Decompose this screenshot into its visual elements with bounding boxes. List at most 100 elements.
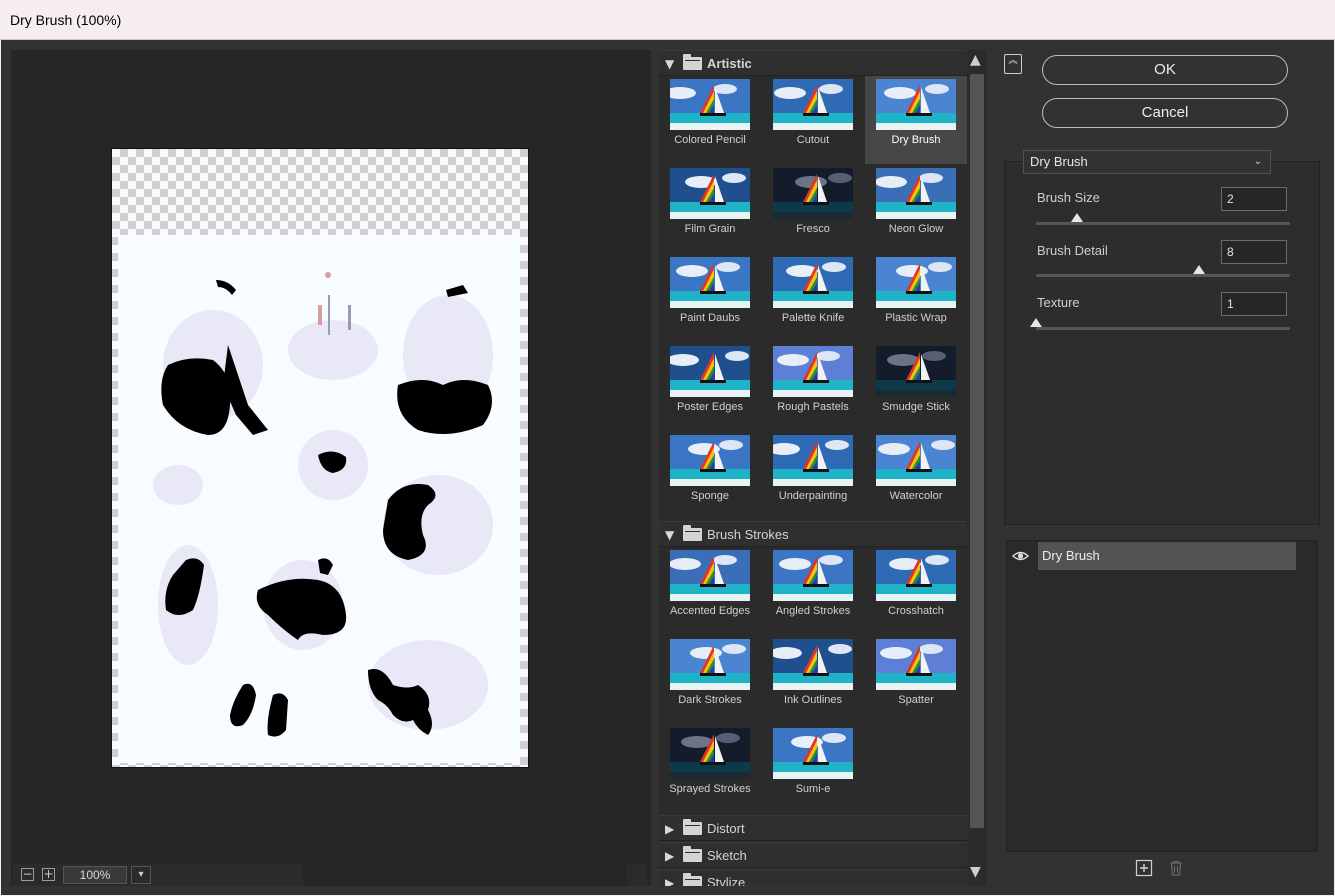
zoom-level[interactable]: 100%: [63, 866, 127, 884]
gallery-scrollbar[interactable]: ▲ ▼: [967, 50, 987, 886]
filter-thumb-angled-strokes[interactable]: Angled Strokes: [762, 547, 864, 635]
texture-slider[interactable]: [1036, 327, 1290, 330]
ok-button[interactable]: OK: [1042, 55, 1288, 85]
brush-detail-input[interactable]: 8: [1221, 240, 1287, 264]
filter-thumb-film-grain[interactable]: Film Grain: [659, 165, 761, 253]
category-distort[interactable]: ▶ Distort: [659, 815, 967, 841]
category-artistic[interactable]: ▼ Artistic: [659, 50, 967, 76]
preview-document: [111, 148, 529, 768]
filter-preview-image: [670, 257, 750, 308]
filter-preview-image: [773, 639, 853, 690]
cancel-button[interactable]: Cancel: [1042, 98, 1288, 128]
filter-thumb-smudge-stick[interactable]: Smudge Stick: [865, 343, 967, 431]
filter-thumb-underpainting[interactable]: Underpainting: [762, 432, 864, 520]
collapse-arrow-icon[interactable]: ▶: [665, 849, 674, 863]
filter-thumb-cutout[interactable]: Cutout: [762, 76, 864, 164]
expand-arrow-icon[interactable]: ▼: [665, 57, 674, 71]
zoom-out-button[interactable]: −: [21, 868, 34, 881]
category-label: Distort: [707, 821, 745, 836]
texture-slider-thumb[interactable]: [1030, 318, 1042, 327]
filter-preview-image: [670, 550, 750, 601]
zoom-bar: − + 100% ▾: [13, 864, 303, 886]
scroll-thumb[interactable]: [970, 74, 984, 828]
filter-label: Colored Pencil: [674, 134, 746, 146]
filter-label: Rough Pastels: [777, 401, 849, 413]
delete-effect-layer-icon[interactable]: [1167, 859, 1185, 877]
filter-label: Smudge Stick: [882, 401, 950, 413]
effect-layer-row[interactable]: Dry Brush: [1038, 542, 1296, 570]
category-label: Artistic: [707, 56, 752, 71]
filter-preview-image: [876, 79, 956, 130]
filter-thumb-sumi-e[interactable]: Sumi-e: [762, 725, 864, 813]
filter-thumb-watercolor[interactable]: Watercolor: [865, 432, 967, 520]
filter-thumb-fresco[interactable]: Fresco: [762, 165, 864, 253]
chevron-down-icon: ⌄: [1253, 156, 1262, 167]
filter-label: Accented Edges: [669, 605, 751, 617]
filter-thumb-sponge[interactable]: Sponge: [659, 432, 761, 520]
category-label: Stylize: [707, 875, 746, 886]
new-effect-layer-icon[interactable]: [1135, 859, 1153, 877]
filter-thumb-dark-strokes[interactable]: Dark Strokes: [659, 636, 761, 724]
filter-preview-image: [670, 639, 750, 690]
filter-preview-image: [876, 346, 956, 397]
filter-select[interactable]: Dry Brush ⌄: [1023, 150, 1271, 174]
filter-thumb-paint-daubs[interactable]: Paint Daubs: [659, 254, 761, 342]
filter-label: Fresco: [796, 223, 830, 235]
eye-icon[interactable]: [1012, 548, 1029, 564]
filter-thumb-crosshatch[interactable]: Crosshatch: [865, 547, 967, 635]
brush-size-slider-thumb[interactable]: [1070, 213, 1083, 222]
brush-detail-slider-thumb[interactable]: [1193, 265, 1206, 274]
filter-label: Plastic Wrap: [885, 312, 947, 324]
collapse-arrow-icon[interactable]: ▶: [665, 822, 674, 836]
filter-preview-image: [773, 435, 853, 486]
collapse-gallery-button[interactable]: ︽: [1004, 54, 1022, 74]
zoom-dropdown-icon[interactable]: ▾: [131, 866, 151, 884]
filter-label: Underpainting: [778, 490, 848, 502]
brush-size-label: Brush Size: [1037, 190, 1100, 205]
filter-thumb-plastic-wrap[interactable]: Plastic Wrap: [865, 254, 967, 342]
folder-icon: [683, 873, 702, 886]
filter-settings-panel: [1004, 161, 1320, 525]
filter-preview-image: [773, 257, 853, 308]
brush-detail-slider[interactable]: [1036, 274, 1290, 277]
filter-thumb-poster-edges[interactable]: Poster Edges: [659, 343, 761, 431]
filter-thumb-neon-glow[interactable]: Neon Glow: [865, 165, 967, 253]
category-stylize[interactable]: ▶ Stylize: [659, 869, 967, 886]
texture-input[interactable]: 1: [1221, 292, 1287, 316]
filter-thumb-dry-brush[interactable]: Dry Brush: [865, 76, 967, 164]
filter-preview-image: [773, 728, 853, 779]
brush-detail-label: Brush Detail: [1037, 243, 1108, 258]
filter-label: Poster Edges: [676, 401, 744, 413]
filter-preview-image: [670, 79, 750, 130]
brush-size-input[interactable]: 2: [1221, 187, 1287, 211]
filter-preview-image: [876, 168, 956, 219]
filter-gallery: ▼ Artistic Colored Pencil Cutout Dry Brush…: [659, 50, 967, 886]
filter-thumb-accented-edges[interactable]: Accented Edges: [659, 547, 761, 635]
texture-label: Texture: [1037, 295, 1080, 310]
brush-size-slider[interactable]: [1036, 222, 1290, 225]
filter-preview-image: [670, 728, 750, 779]
zoom-in-button[interactable]: +: [42, 868, 55, 881]
expand-arrow-icon[interactable]: ▼: [665, 528, 674, 542]
filter-preview-image: [670, 435, 750, 486]
filter-preview-image: [670, 346, 750, 397]
filter-preview-image: [773, 550, 853, 601]
preview-area[interactable]: − + 100% ▾: [11, 50, 651, 886]
category-sketch[interactable]: ▶ Sketch: [659, 842, 967, 868]
filter-thumb-colored-pencil[interactable]: Colored Pencil: [659, 76, 761, 164]
filter-preview-image: [670, 168, 750, 219]
filter-thumb-ink-outlines[interactable]: Ink Outlines: [762, 636, 864, 724]
filter-label: Crosshatch: [888, 605, 944, 617]
filter-label: Paint Daubs: [680, 312, 740, 324]
filter-preview-image: [876, 435, 956, 486]
filter-thumb-spatter[interactable]: Spatter: [865, 636, 967, 724]
collapse-arrow-icon[interactable]: ▶: [665, 876, 674, 886]
filter-thumb-rough-pastels[interactable]: Rough Pastels: [762, 343, 864, 431]
scroll-up-icon[interactable]: ▲: [970, 52, 981, 68]
filter-label: Cutout: [796, 134, 830, 146]
window-title: Dry Brush (100%): [0, 0, 1335, 40]
filter-thumb-palette-knife[interactable]: Palette Knife: [762, 254, 864, 342]
filter-thumb-sprayed-strokes[interactable]: Sprayed Strokes: [659, 725, 761, 813]
category-brush-strokes[interactable]: ▼ Brush Strokes: [659, 521, 967, 547]
scroll-down-icon[interactable]: ▼: [970, 864, 981, 880]
